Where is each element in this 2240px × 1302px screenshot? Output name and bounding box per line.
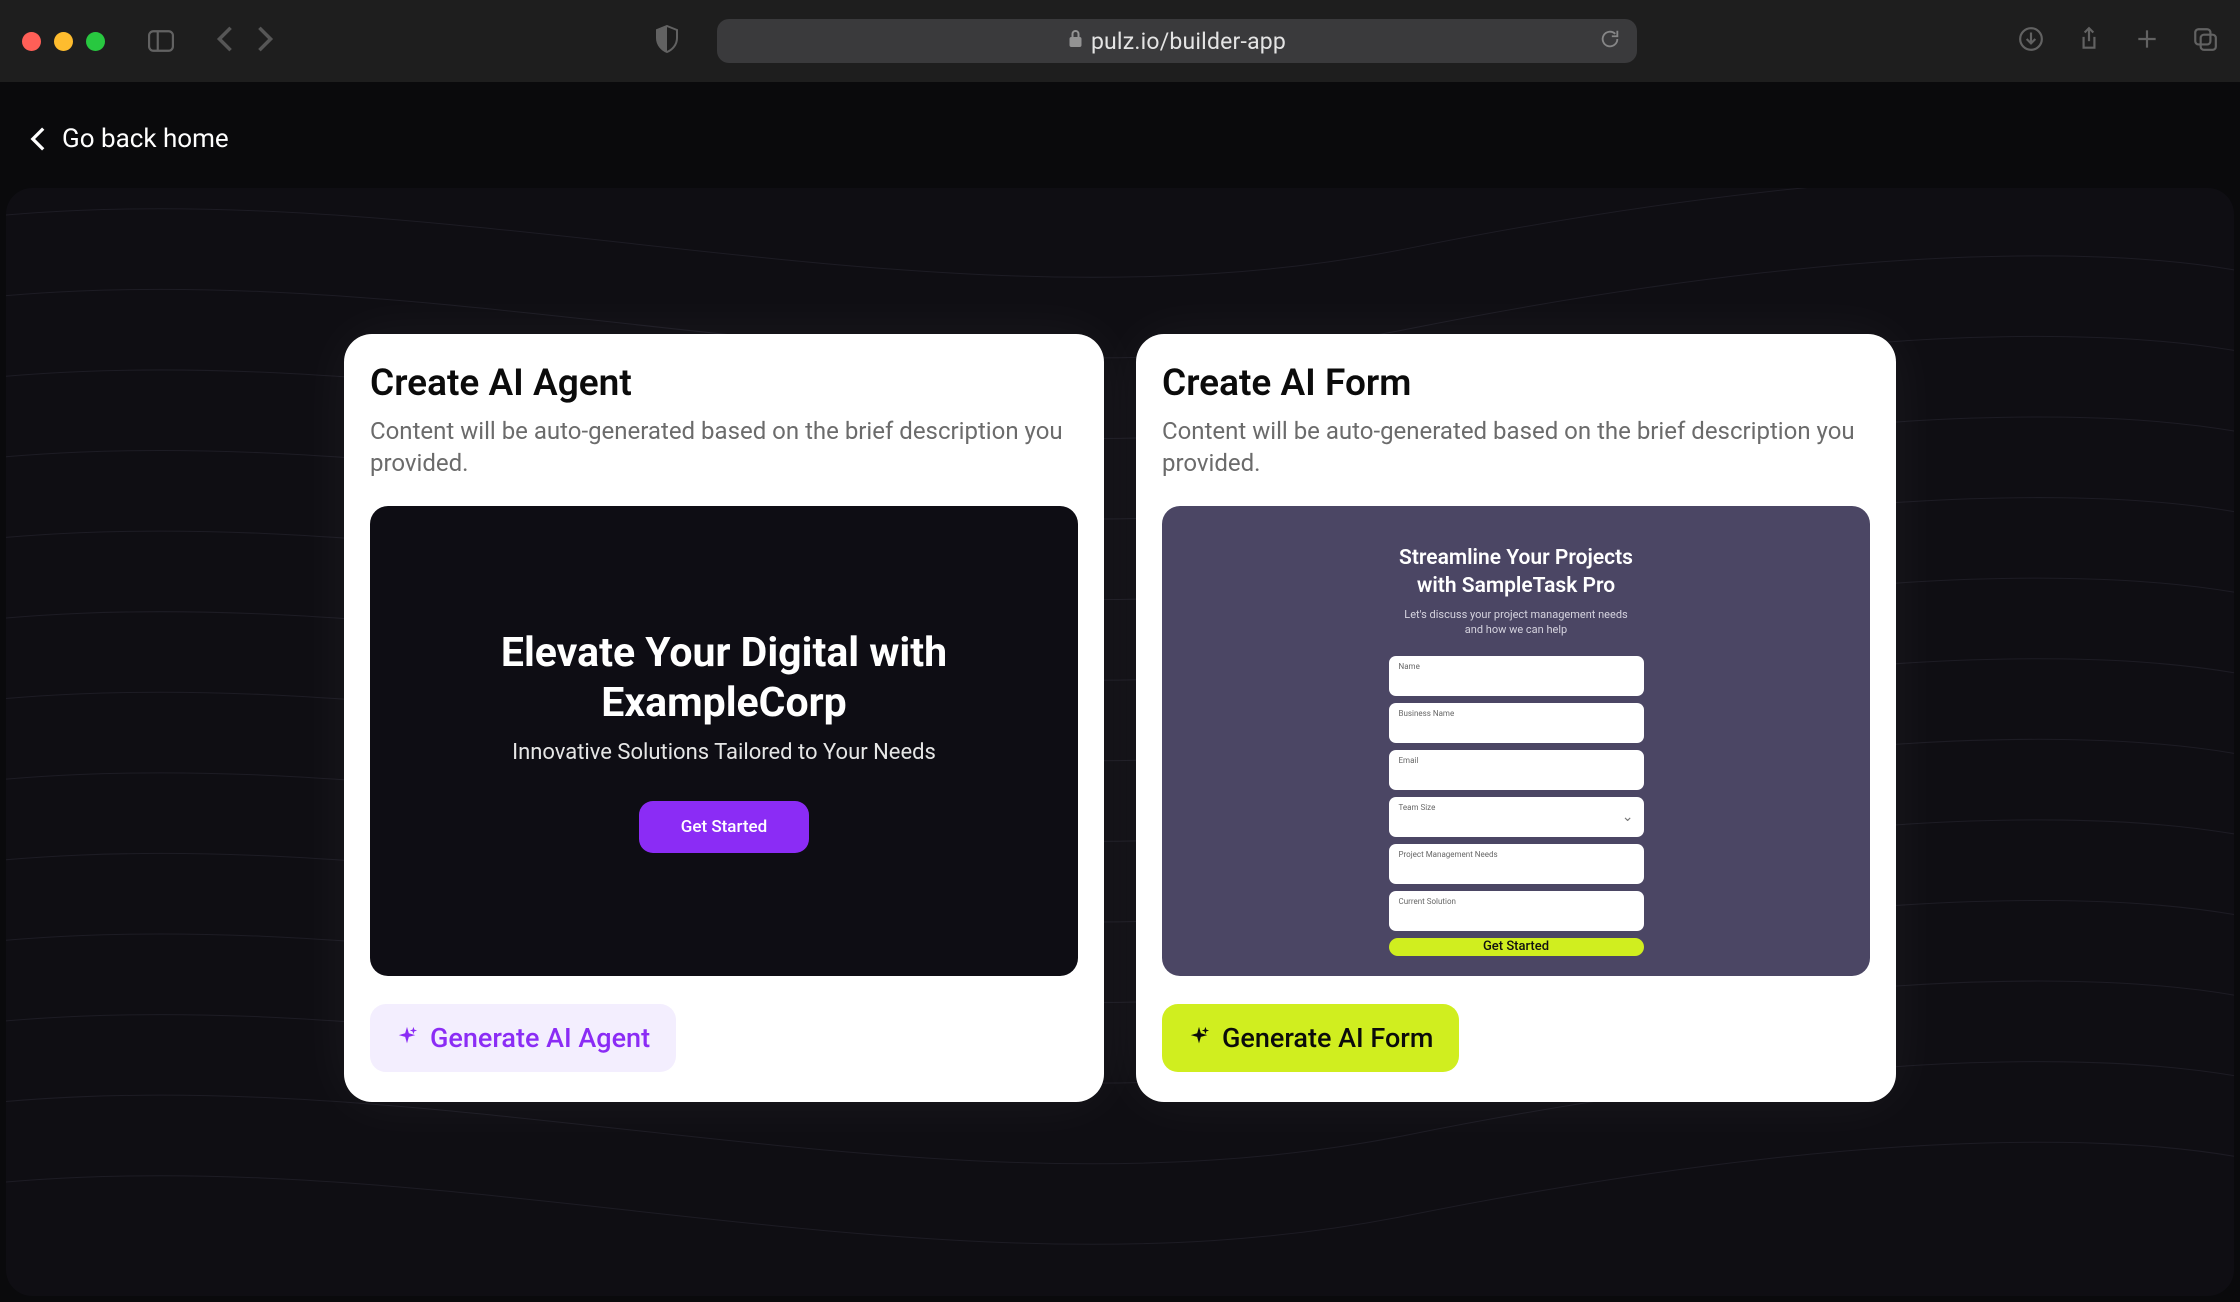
nav-forward-button[interactable] xyxy=(256,25,274,57)
go-back-home-link[interactable]: Go back home xyxy=(30,124,229,154)
generate-ai-agent-label: Generate AI Agent xyxy=(430,1022,650,1054)
generate-ai-form-label: Generate AI Form xyxy=(1222,1022,1433,1054)
form-field-current-solution: Current Solution xyxy=(1389,891,1644,931)
downloads-icon[interactable] xyxy=(2018,26,2044,56)
go-back-home-label: Go back home xyxy=(62,124,229,154)
reload-icon[interactable] xyxy=(1599,28,1621,54)
create-ai-agent-card: Create AI Agent Content will be auto-gen… xyxy=(344,334,1104,1102)
form-field-pm-needs: Project Management Needs xyxy=(1389,844,1644,884)
form-preview-title: Streamline Your Projects with SampleTask… xyxy=(1399,544,1633,601)
sparkle-icon xyxy=(396,1022,418,1054)
card-title-agent: Create AI Agent xyxy=(370,362,1078,405)
nav-back-button[interactable] xyxy=(216,25,234,57)
card-desc-form: Content will be auto-generated based on … xyxy=(1162,415,1870,480)
minimize-window-button[interactable] xyxy=(54,32,73,51)
form-preview: Streamline Your Projects with SampleTask… xyxy=(1162,506,1870,976)
card-desc-agent: Content will be auto-generated based on … xyxy=(370,415,1078,480)
maximize-window-button[interactable] xyxy=(86,32,105,51)
create-ai-form-card: Create AI Form Content will be auto-gene… xyxy=(1136,334,1896,1102)
form-field-business-name: Business Name xyxy=(1389,703,1644,743)
form-preview-cta-button: Get Started xyxy=(1389,938,1644,956)
agent-preview-cta-button: Get Started xyxy=(639,801,809,853)
form-field-team-size: Team Size xyxy=(1389,797,1644,837)
card-title-form: Create AI Form xyxy=(1162,362,1870,405)
privacy-shield-icon[interactable] xyxy=(655,25,679,57)
sidebar-toggle-icon[interactable] xyxy=(148,30,174,52)
url-bar[interactable]: pulz.io/builder-app xyxy=(717,19,1637,63)
new-tab-icon[interactable] xyxy=(2134,26,2160,56)
form-preview-fields: Name Business Name Email Team Size Proje… xyxy=(1389,656,1644,931)
agent-preview: Elevate Your Digital with ExampleCorp In… xyxy=(370,506,1078,976)
main-panel: Create AI Agent Content will be auto-gen… xyxy=(6,188,2234,1296)
sparkle-icon xyxy=(1188,1022,1210,1054)
close-window-button[interactable] xyxy=(22,32,41,51)
window-controls xyxy=(22,32,105,51)
generate-ai-agent-button[interactable]: Generate AI Agent xyxy=(370,1004,676,1072)
url-text: pulz.io/builder-app xyxy=(1091,28,1286,55)
option-cards: Create AI Agent Content will be auto-gen… xyxy=(344,334,1896,1102)
share-icon[interactable] xyxy=(2076,26,2102,56)
page-content: Go back home xyxy=(0,82,2240,1302)
form-field-name: Name xyxy=(1389,656,1644,696)
lock-icon xyxy=(1068,30,1083,52)
form-preview-subtitle: Let's discuss your project management ne… xyxy=(1404,608,1627,638)
browser-chrome: pulz.io/builder-app xyxy=(0,0,2240,82)
agent-preview-hero-subtitle: Innovative Solutions Tailored to Your Ne… xyxy=(512,740,936,765)
agent-preview-hero-title: Elevate Your Digital with ExampleCorp xyxy=(464,628,984,728)
generate-ai-form-button[interactable]: Generate AI Form xyxy=(1162,1004,1459,1072)
tab-overview-icon[interactable] xyxy=(2192,26,2218,56)
form-field-email: Email xyxy=(1389,750,1644,790)
